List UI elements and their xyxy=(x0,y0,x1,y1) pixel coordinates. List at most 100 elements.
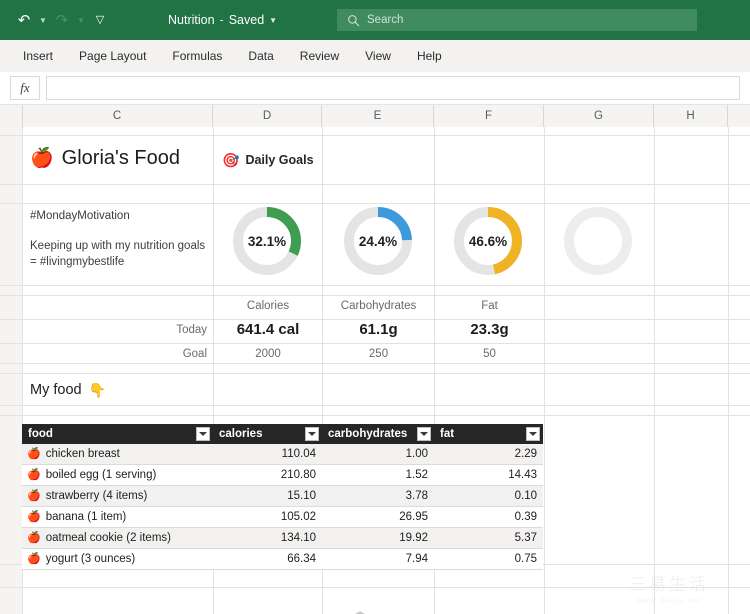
column-header-c[interactable]: C xyxy=(22,105,213,127)
filter-dropdown-carbohydrates-icon[interactable] xyxy=(417,427,431,441)
summary-goal-fat[interactable]: 50 xyxy=(435,348,544,360)
undo-dropdown-chevron-icon[interactable]: ▼ xyxy=(38,16,48,25)
cell-food[interactable]: 🍎 oatmeal cookie (2 items) xyxy=(22,528,213,548)
grid-hline xyxy=(0,343,750,344)
summary-today-calories[interactable]: 641.4 cal xyxy=(214,321,322,338)
summary-goal-carbohydrates[interactable]: 250 xyxy=(323,348,434,360)
column-header-calories[interactable]: calories xyxy=(213,424,322,444)
grid-hline xyxy=(0,285,750,286)
worksheet-grid[interactable]: 🍎 Gloria's Food 🎯 Daily Goals #MondayMot… xyxy=(0,127,750,614)
tab-insert[interactable]: Insert xyxy=(10,40,66,72)
select-all-corner[interactable] xyxy=(0,105,23,127)
table-row[interactable]: 🍎 chicken breast 110.04 1.00 2.29 xyxy=(22,444,543,465)
cell-food[interactable]: 🍎 strawberry (4 items) xyxy=(22,486,213,506)
cell-food-label: chicken breast xyxy=(45,448,120,460)
cell-carbohydrates[interactable]: 3.78 xyxy=(322,486,434,506)
cell-carbohydrates[interactable]: 1.00 xyxy=(322,444,434,464)
my-food-cell[interactable]: My food 👇 xyxy=(30,382,200,402)
motivation-text: Keeping up with my nutrition goals = #li… xyxy=(30,239,206,269)
cell-food-label: banana (1 item) xyxy=(45,511,127,523)
cell-calories[interactable]: 105.02 xyxy=(213,507,322,527)
search-input[interactable]: Search xyxy=(337,9,697,31)
cell-carbohydrates[interactable]: 7.94 xyxy=(322,549,434,569)
redo-dropdown-chevron-icon[interactable]: ▼ xyxy=(76,16,86,25)
apple-icon: 🍎 xyxy=(27,552,41,565)
document-title[interactable]: Nutrition - Saved ▼ xyxy=(168,13,277,27)
cell-food[interactable]: 🍎 chicken breast xyxy=(22,444,213,464)
apple-icon: 🍎 xyxy=(27,468,41,481)
column-header-g[interactable]: G xyxy=(544,105,654,127)
tab-page-layout[interactable]: Page Layout xyxy=(66,40,159,72)
column-header-food[interactable]: food xyxy=(22,424,213,444)
table-row[interactable]: 🍎 banana (1 item) 105.02 26.95 0.39 xyxy=(22,507,543,528)
summary-row-label-goal[interactable]: Goal xyxy=(100,348,207,360)
cell-fat[interactable]: 0.39 xyxy=(434,507,543,527)
filter-dropdown-food-icon[interactable] xyxy=(196,427,210,441)
grid-hline xyxy=(0,319,750,320)
column-header-carbohydrates[interactable]: carbohydrates xyxy=(322,424,434,444)
title-menu-chevron-icon[interactable]: ▼ xyxy=(269,16,277,25)
summary-header-fat[interactable]: Fat xyxy=(435,300,544,312)
summary-header-carbohydrates[interactable]: Carbohydrates xyxy=(323,300,434,312)
summary-today-carbohydrates[interactable]: 61.1g xyxy=(323,321,434,338)
cell-calories[interactable]: 110.04 xyxy=(213,444,322,464)
summary-goal-calories[interactable]: 2000 xyxy=(214,348,322,360)
sheet-title-cell[interactable]: 🍎 Gloria's Food xyxy=(30,147,215,179)
tab-formulas[interactable]: Formulas xyxy=(159,40,235,72)
cell-fat[interactable]: 5.37 xyxy=(434,528,543,548)
undo-icon[interactable]: ↶ xyxy=(12,8,36,32)
cell-fat[interactable]: 0.75 xyxy=(434,549,543,569)
customize-quick-access-icon[interactable]: ▽ xyxy=(88,8,112,32)
daily-goals-cell[interactable]: 🎯 Daily Goals xyxy=(222,153,332,173)
horizontal-scroll-hint[interactable]: ◂▸ xyxy=(340,608,380,614)
column-header-e[interactable]: E xyxy=(322,105,434,127)
filter-dropdown-calories-icon[interactable] xyxy=(305,427,319,441)
cell-fat[interactable]: 14.43 xyxy=(434,465,543,485)
tab-help[interactable]: Help xyxy=(404,40,455,72)
cell-food[interactable]: 🍎 banana (1 item) xyxy=(22,507,213,527)
column-header-d[interactable]: D xyxy=(213,105,322,127)
target-icon: 🎯 xyxy=(222,152,240,168)
column-header-i[interactable] xyxy=(728,105,750,127)
search-icon xyxy=(348,14,360,26)
cell-carbohydrates[interactable]: 1.52 xyxy=(322,465,434,485)
cell-fat[interactable]: 2.29 xyxy=(434,444,543,464)
grid-vline xyxy=(544,127,545,614)
row-header-column[interactable] xyxy=(0,127,23,614)
table-row[interactable]: 🍎 boiled egg (1 serving) 210.80 1.52 14.… xyxy=(22,465,543,486)
cell-calories[interactable]: 15.10 xyxy=(213,486,322,506)
filter-dropdown-fat-icon[interactable] xyxy=(526,427,540,441)
summary-today-fat[interactable]: 23.3g xyxy=(435,321,544,338)
formula-input[interactable] xyxy=(46,76,740,100)
motivation-hashtag: #MondayMotivation xyxy=(30,210,130,222)
title-bar: ↶ ▼ ↷ ▼ ▽ Nutrition - Saved ▼ Search xyxy=(0,0,750,40)
insert-function-icon[interactable]: fx xyxy=(10,76,40,100)
column-header-f[interactable]: F xyxy=(434,105,544,127)
pointing-down-hand-icon: 👇 xyxy=(88,382,107,398)
motivation-cell[interactable]: #MondayMotivation Keeping up with my nut… xyxy=(30,208,210,280)
redo-icon[interactable]: ↷ xyxy=(50,8,74,32)
cell-calories[interactable]: 66.34 xyxy=(213,549,322,569)
summary-row-label-today[interactable]: Today xyxy=(100,324,207,336)
apple-icon: 🍎 xyxy=(30,148,54,169)
column-header-fat[interactable]: fat xyxy=(434,424,543,444)
cell-carbohydrates[interactable]: 19.92 xyxy=(322,528,434,548)
cell-fat[interactable]: 0.10 xyxy=(434,486,543,506)
cell-food[interactable]: 🍎 yogurt (3 ounces) xyxy=(22,549,213,569)
table-row[interactable]: 🍎 yogurt (3 ounces) 66.34 7.94 0.75 xyxy=(22,549,543,570)
cell-calories[interactable]: 134.10 xyxy=(213,528,322,548)
column-header-h[interactable]: H xyxy=(654,105,728,127)
cell-calories[interactable]: 210.80 xyxy=(213,465,322,485)
cell-carbohydrates[interactable]: 26.95 xyxy=(322,507,434,527)
cell-food[interactable]: 🍎 boiled egg (1 serving) xyxy=(22,465,213,485)
summary-header-calories[interactable]: Calories xyxy=(214,300,322,312)
tab-view[interactable]: View xyxy=(352,40,404,72)
table-row[interactable]: 🍎 oatmeal cookie (2 items) 134.10 19.92 … xyxy=(22,528,543,549)
document-name: Nutrition xyxy=(168,13,215,27)
column-header-carbohydrates-label: carbohydrates xyxy=(328,428,408,440)
donut-empty xyxy=(560,203,636,279)
tab-data[interactable]: Data xyxy=(235,40,286,72)
tab-review[interactable]: Review xyxy=(287,40,352,72)
apple-icon: 🍎 xyxy=(27,447,41,460)
table-row[interactable]: 🍎 strawberry (4 items) 15.10 3.78 0.10 xyxy=(22,486,543,507)
